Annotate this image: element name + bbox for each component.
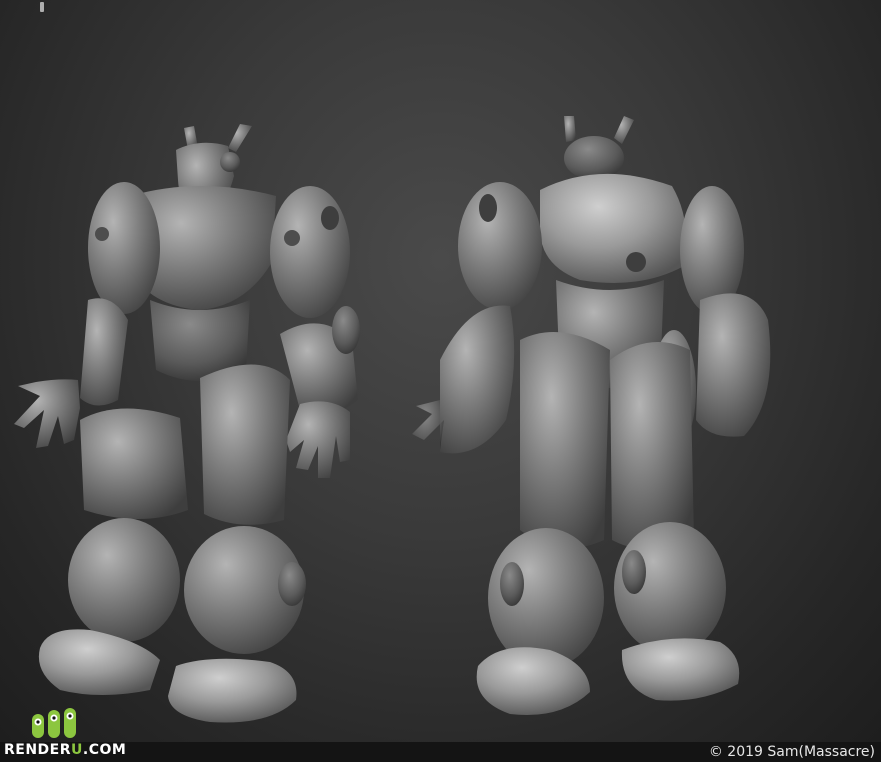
- sculpt-viewport: [0, 0, 881, 742]
- logo-text: RENDERU.COM: [4, 742, 126, 758]
- logo-text-accent: U: [71, 742, 83, 758]
- logo-text-main: RENDER: [4, 742, 72, 758]
- renderu-logo: RENDERU.COM: [4, 706, 126, 762]
- logo-text-suffix: .COM: [82, 742, 127, 758]
- copyright-text: © 2019 Sam(Massacre): [708, 744, 875, 760]
- robot-back-view: [412, 116, 771, 716]
- robot-front-view: [14, 124, 360, 723]
- sculpt-render: [14, 116, 771, 723]
- mascot-icon: [32, 708, 76, 738]
